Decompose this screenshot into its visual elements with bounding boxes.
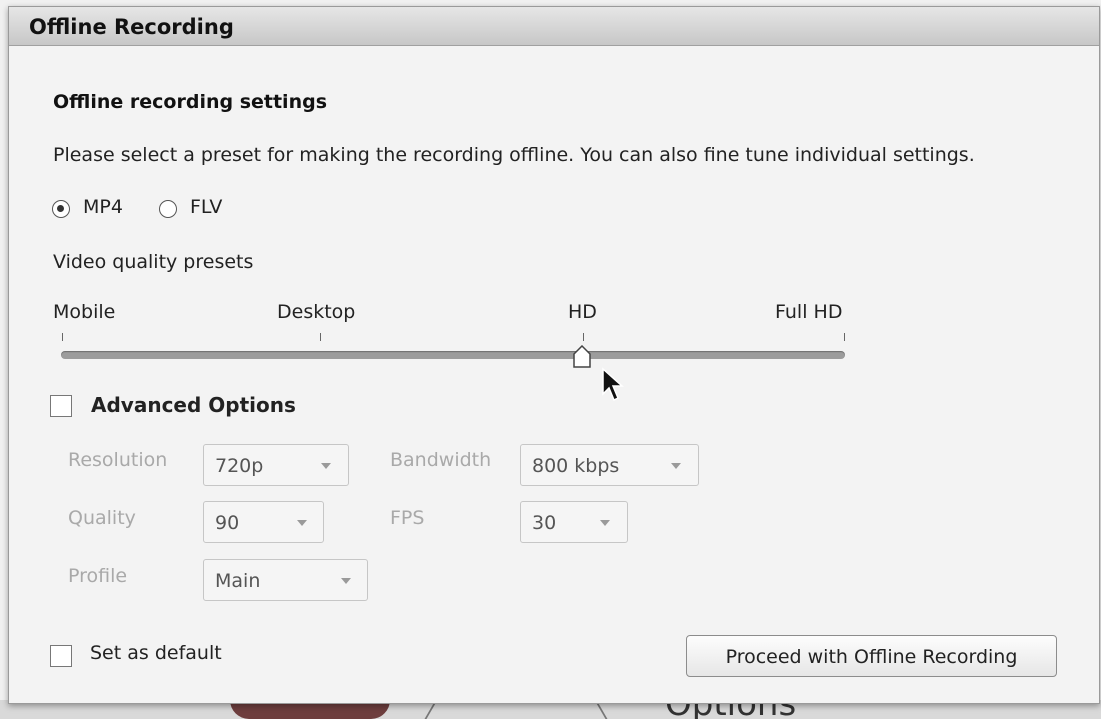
dialog-title: Offline Recording [29,15,234,39]
preset-label-desktop: Desktop [277,301,356,323]
mp4-radio-label[interactable]: MP4 [83,196,123,218]
slider-tick [320,333,321,341]
flv-radio[interactable] [159,200,177,218]
chevron-down-icon [671,463,681,469]
fps-label: FPS [390,507,425,529]
chevron-down-icon [297,520,307,526]
chevron-down-icon [600,520,610,526]
bandwidth-label: Bandwidth [390,449,492,471]
mp4-radio[interactable] [52,200,70,218]
slider-thumb[interactable] [572,345,592,369]
preset-label-full-hd: Full HD [775,301,843,323]
fps-select[interactable]: 30 [520,501,628,543]
profile-value: Main [215,570,261,592]
bandwidth-value: 800 kbps [532,455,620,477]
quality-select[interactable]: 90 [203,501,324,543]
offline-recording-dialog: Offline Recording Offline recording sett… [8,6,1100,704]
mouse-pointer-icon [602,367,624,402]
advanced-options-label[interactable]: Advanced Options [91,393,296,417]
set-as-default-label[interactable]: Set as default [90,642,222,664]
resolution-value: 720p [215,455,264,477]
settings-description: Please select a preset for making the re… [53,144,975,166]
preset-label-hd: HD [568,301,597,323]
profile-label: Profile [68,565,128,587]
chevron-down-icon [341,578,351,584]
chevron-down-icon [321,463,331,469]
settings-heading: Offline recording settings [53,91,328,113]
slider-tick [62,333,63,341]
dialog-titlebar[interactable]: Offline Recording [9,7,1099,46]
video-quality-presets-label: Video quality presets [53,251,254,273]
preset-label-mobile: Mobile [53,301,116,323]
set-as-default-checkbox[interactable] [50,645,72,667]
profile-select[interactable]: Main [203,559,368,601]
fps-value: 30 [532,512,557,534]
resolution-label: Resolution [68,449,168,471]
quality-preset-slider[interactable] [61,351,845,359]
slider-tick [583,333,584,341]
quality-value: 90 [215,512,240,534]
proceed-offline-recording-button[interactable]: Proceed with Offline Recording [686,635,1057,677]
advanced-options-checkbox[interactable] [50,395,72,417]
slider-tick [844,333,845,341]
flv-radio-label[interactable]: FLV [190,196,222,218]
quality-label: Quality [68,507,136,529]
resolution-select[interactable]: 720p [203,444,349,486]
bandwidth-select[interactable]: 800 kbps [520,444,699,486]
